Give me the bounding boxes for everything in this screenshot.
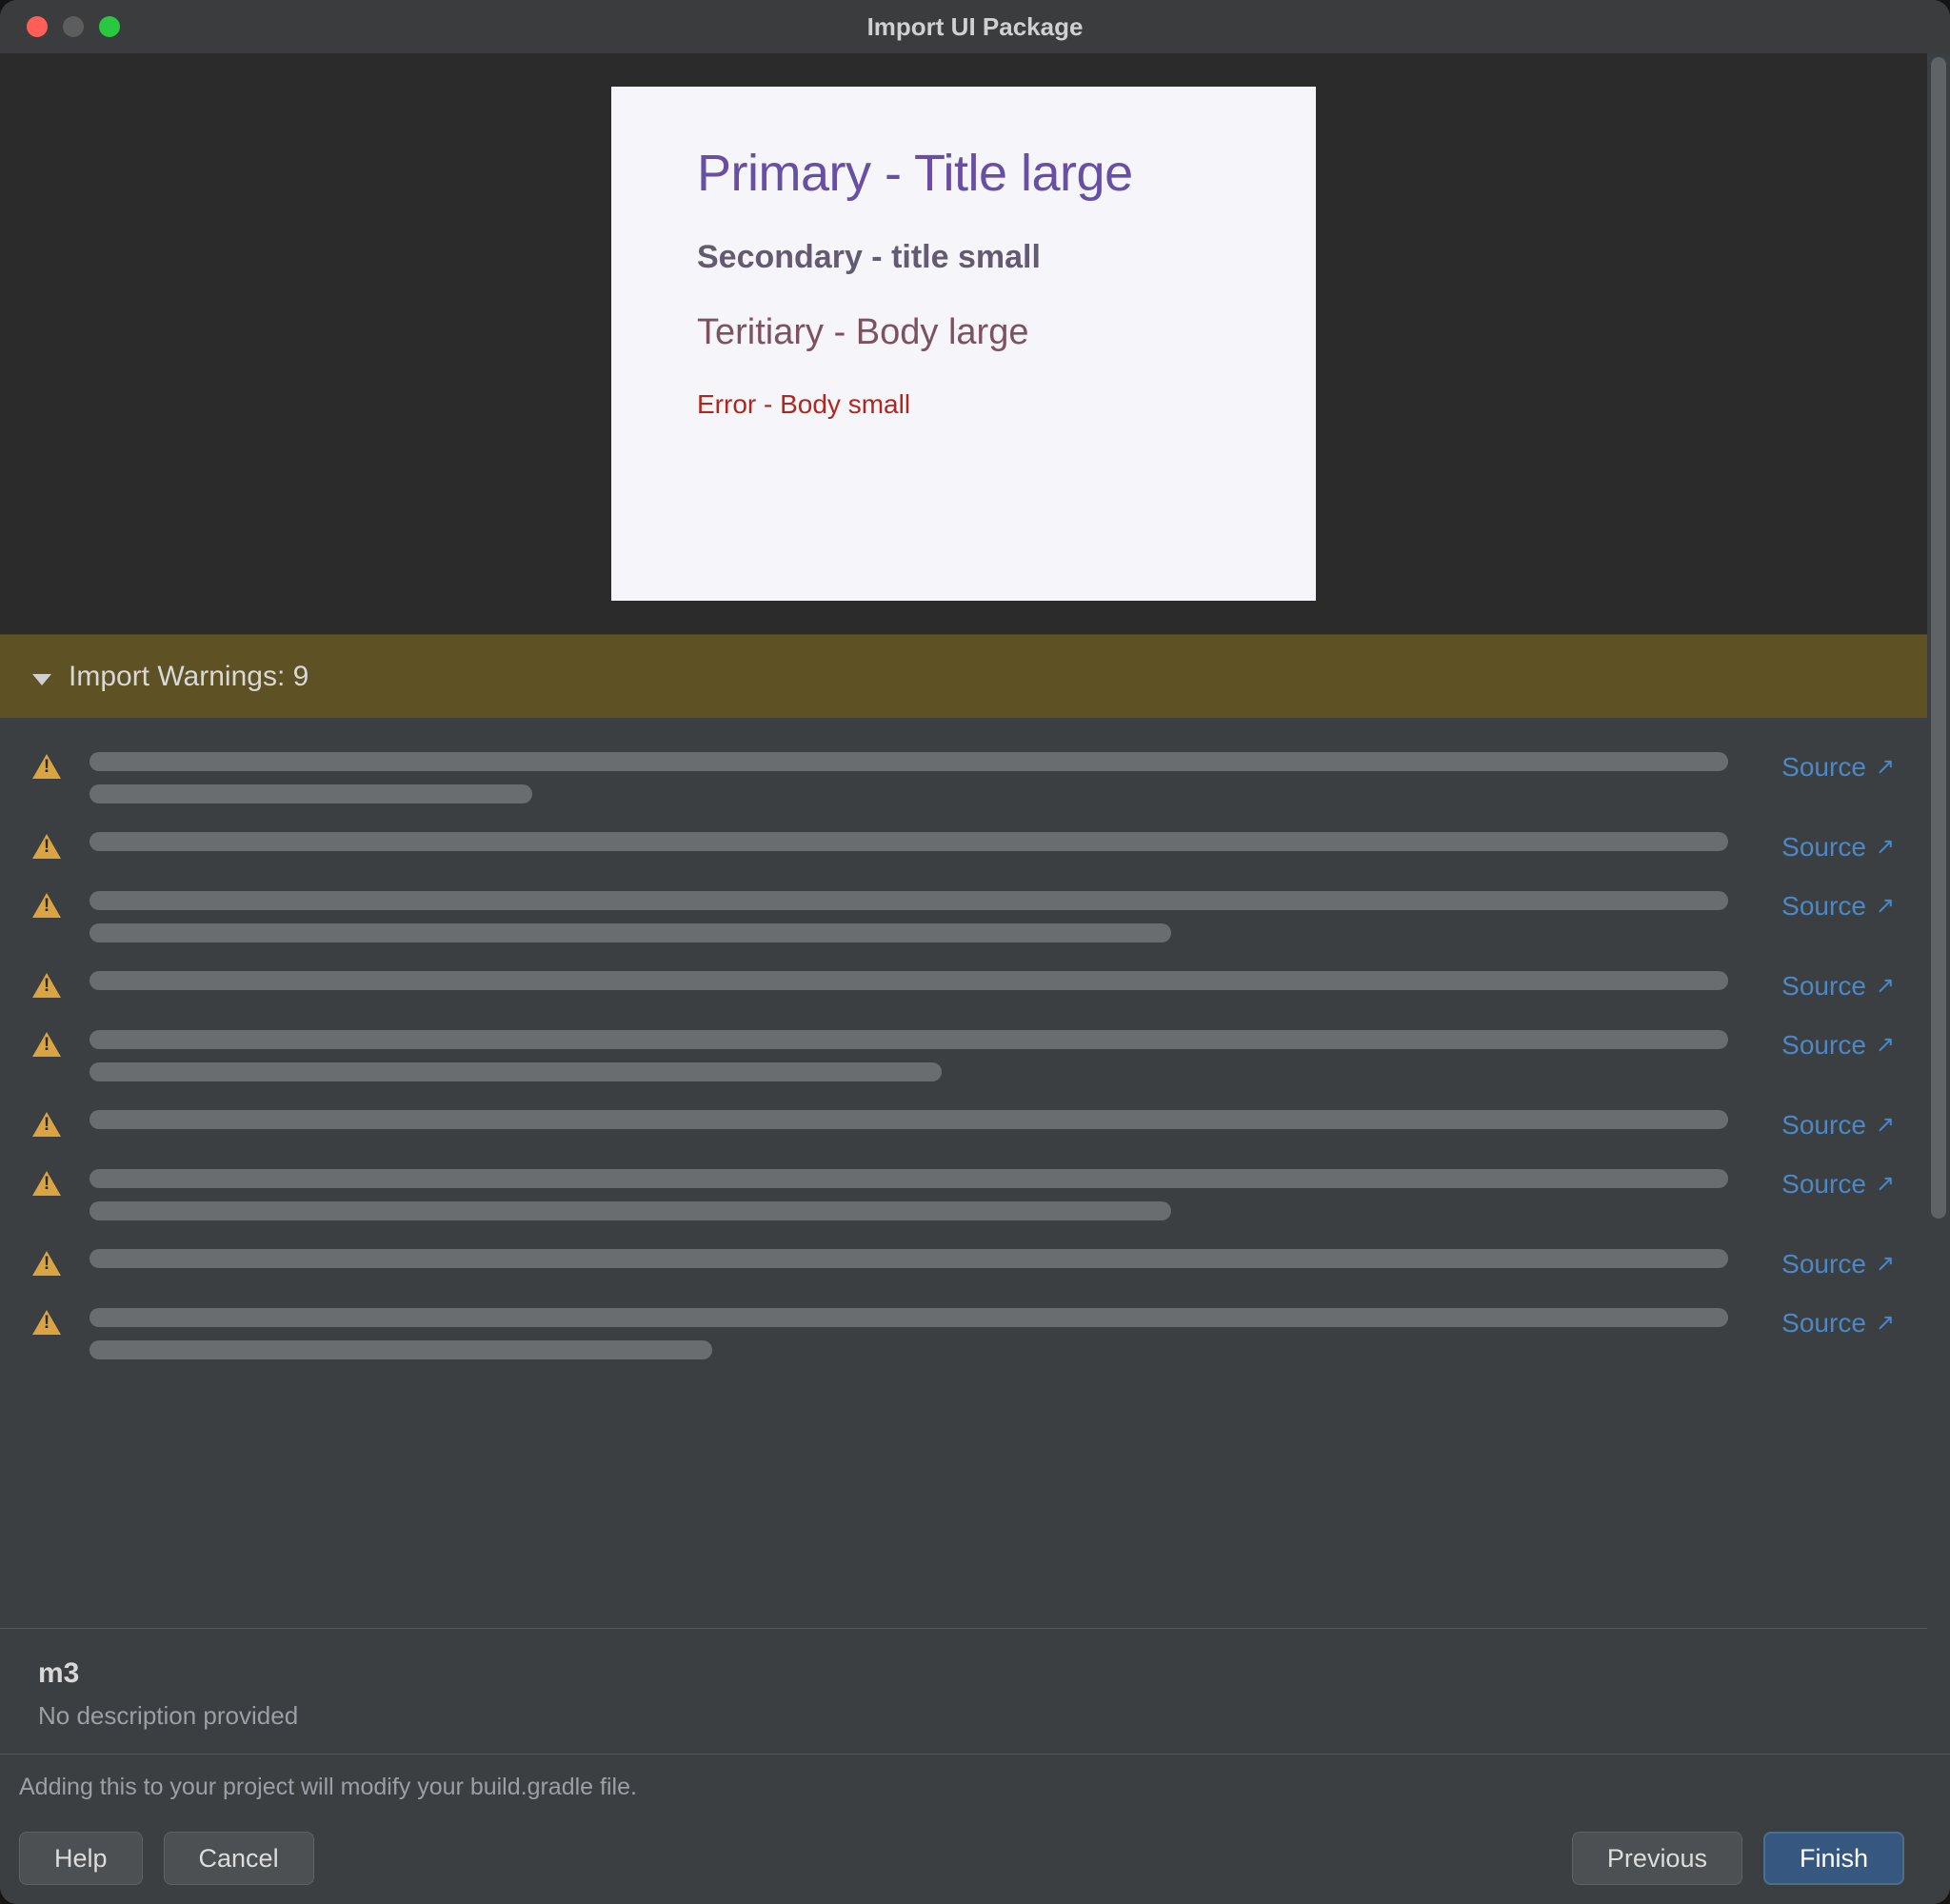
redacted-text-line — [90, 1249, 1728, 1268]
external-link-icon: ↗ — [1876, 1031, 1895, 1059]
warning-row: Source ↗ — [32, 971, 1895, 1002]
redacted-text-line — [90, 971, 1728, 990]
redacted-text-line — [90, 1308, 1728, 1327]
redacted-text-line — [90, 923, 1171, 942]
footer-note: Adding this to your project will modify … — [19, 1774, 1904, 1832]
redacted-text-line — [90, 1201, 1171, 1220]
warning-icon — [32, 1169, 65, 1196]
source-link-label: Source — [1781, 891, 1866, 922]
warning-icon — [32, 971, 65, 998]
redacted-text-line — [90, 752, 1728, 771]
source-link-label: Source — [1781, 1110, 1866, 1140]
redacted-text-line — [90, 1169, 1728, 1188]
external-link-icon: ↗ — [1876, 1170, 1895, 1198]
preview-text-secondary: Secondary - title small — [697, 239, 1230, 276]
vertical-scrollbar-thumb[interactable] — [1931, 57, 1946, 1219]
package-description: No description provided — [38, 1701, 1889, 1731]
cancel-button[interactable]: Cancel — [164, 1832, 314, 1885]
window-controls — [27, 16, 120, 37]
source-link-label: Source — [1781, 832, 1866, 863]
warning-message — [90, 971, 1728, 990]
warning-row: Source ↗ — [32, 1169, 1895, 1220]
warning-row: Source ↗ — [32, 1308, 1895, 1359]
preview-area: Primary - Title large Secondary - title … — [0, 53, 1927, 634]
preview-text-tertiary: Teritiary - Body large — [697, 312, 1230, 353]
redacted-text-line — [90, 1340, 712, 1359]
warning-icon — [32, 1308, 65, 1335]
chevron-down-icon — [32, 674, 51, 685]
vertical-scrollbar-track[interactable] — [1927, 53, 1950, 1754]
warning-row: Source ↗ — [32, 752, 1895, 803]
source-link-label: Source — [1781, 1308, 1866, 1339]
external-link-icon: ↗ — [1876, 1250, 1895, 1278]
redacted-text-line — [90, 1062, 942, 1081]
preview-card: Primary - Title large Secondary - title … — [611, 87, 1316, 601]
warning-row: Source ↗ — [32, 832, 1895, 863]
warning-row: Source ↗ — [32, 1030, 1895, 1081]
help-button[interactable]: Help — [19, 1832, 143, 1885]
warning-icon — [32, 1249, 65, 1276]
source-link-label: Source — [1781, 1249, 1866, 1279]
warning-source-link[interactable]: Source ↗ — [1753, 832, 1895, 863]
finish-button[interactable]: Finish — [1763, 1832, 1904, 1885]
redacted-text-line — [90, 891, 1728, 910]
warning-source-link[interactable]: Source ↗ — [1753, 752, 1895, 783]
warning-row: Source ↗ — [32, 1249, 1895, 1279]
warning-message — [90, 1030, 1728, 1081]
import-warnings-banner[interactable]: Import Warnings: 9 — [0, 634, 1927, 718]
external-link-icon: ↗ — [1876, 892, 1895, 920]
warning-message — [90, 1249, 1728, 1268]
external-link-icon: ↗ — [1876, 753, 1895, 781]
warning-source-link[interactable]: Source ↗ — [1753, 1169, 1895, 1200]
minimize-window-button[interactable] — [63, 16, 84, 37]
warning-icon — [32, 752, 65, 779]
warning-source-link[interactable]: Source ↗ — [1753, 1110, 1895, 1140]
warning-source-link[interactable]: Source ↗ — [1753, 891, 1895, 922]
warning-icon — [32, 832, 65, 859]
redacted-text-line — [90, 832, 1728, 851]
source-link-label: Source — [1781, 1030, 1866, 1061]
dialog-footer: Adding this to your project will modify … — [0, 1754, 1950, 1904]
previous-button[interactable]: Previous — [1572, 1832, 1742, 1885]
redacted-text-line — [90, 1110, 1728, 1129]
warning-source-link[interactable]: Source ↗ — [1753, 1249, 1895, 1279]
warning-row: Source ↗ — [32, 891, 1895, 942]
import-warnings-label: Import Warnings: 9 — [69, 661, 308, 693]
preview-text-error: Error - Body small — [697, 389, 1230, 420]
external-link-icon: ↗ — [1876, 1309, 1895, 1337]
close-window-button[interactable] — [27, 16, 48, 37]
warning-message — [90, 1308, 1728, 1359]
source-link-label: Source — [1781, 971, 1866, 1002]
warning-message — [90, 1169, 1728, 1220]
warning-message — [90, 752, 1728, 803]
preview-text-primary: Primary - Title large — [697, 144, 1230, 203]
warning-message — [90, 1110, 1728, 1129]
warning-source-link[interactable]: Source ↗ — [1753, 1308, 1895, 1339]
warning-row: Source ↗ — [32, 1110, 1895, 1140]
source-link-label: Source — [1781, 1169, 1866, 1200]
source-link-label: Source — [1781, 752, 1866, 783]
window-title: Import UI Package — [0, 12, 1950, 42]
warning-source-link[interactable]: Source ↗ — [1753, 1030, 1895, 1061]
button-row: Help Cancel Previous Finish — [19, 1832, 1904, 1885]
package-info-section: m3 No description provided — [0, 1628, 1927, 1754]
warnings-list: Source↗Source↗Source↗Source↗Source↗Sourc… — [0, 718, 1927, 1628]
external-link-icon: ↗ — [1876, 1111, 1895, 1139]
external-link-icon: ↗ — [1876, 972, 1895, 1000]
warning-icon — [32, 1110, 65, 1137]
dialog-window: Import UI Package Primary - Title large … — [0, 0, 1950, 1904]
warning-message — [90, 891, 1728, 942]
redacted-text-line — [90, 1030, 1728, 1049]
zoom-window-button[interactable] — [99, 16, 120, 37]
external-link-icon: ↗ — [1876, 833, 1895, 861]
package-name: m3 — [38, 1657, 1889, 1690]
redacted-text-line — [90, 784, 532, 803]
warning-source-link[interactable]: Source ↗ — [1753, 971, 1895, 1002]
warning-icon — [32, 891, 65, 918]
titlebar: Import UI Package — [0, 0, 1950, 53]
warning-icon — [32, 1030, 65, 1057]
warning-message — [90, 832, 1728, 851]
